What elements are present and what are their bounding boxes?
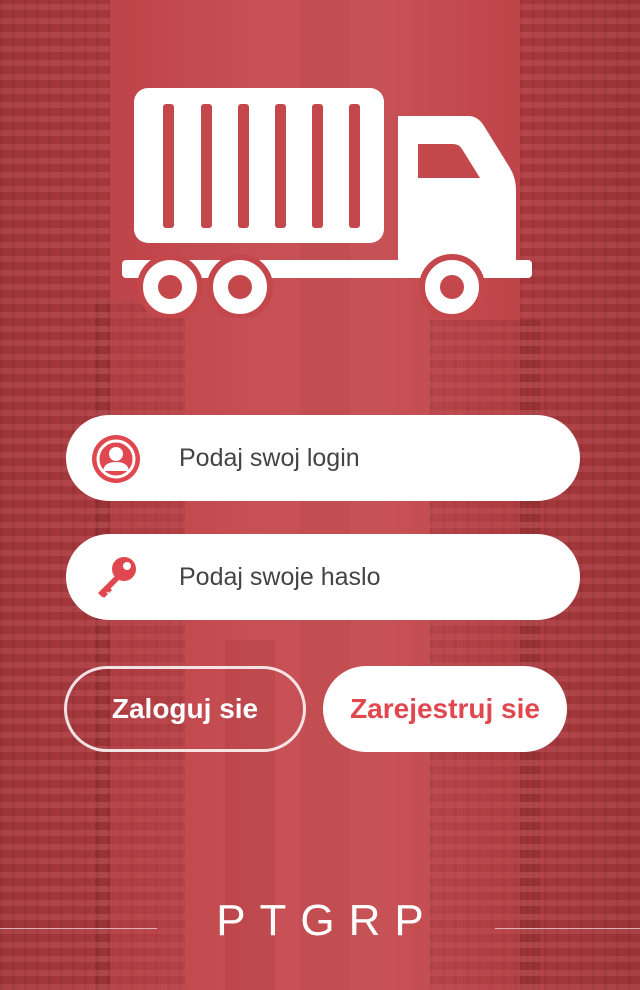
password-input[interactable] — [179, 534, 559, 620]
user-icon — [92, 435, 140, 483]
register-button-label: Zarejestruj sie — [350, 693, 540, 724]
truck-icon — [122, 88, 532, 318]
login-input[interactable] — [179, 415, 559, 501]
login-button-label: Zaloguj sie — [111, 693, 259, 724]
register-button[interactable]: Zarejestruj sie — [323, 666, 567, 752]
login-field[interactable] — [66, 415, 580, 501]
login-button[interactable]: Zaloguj sie — [64, 666, 306, 752]
brand-logo-text: PTGRP — [216, 896, 438, 945]
password-field[interactable] — [66, 534, 580, 620]
key-icon — [98, 557, 136, 598]
